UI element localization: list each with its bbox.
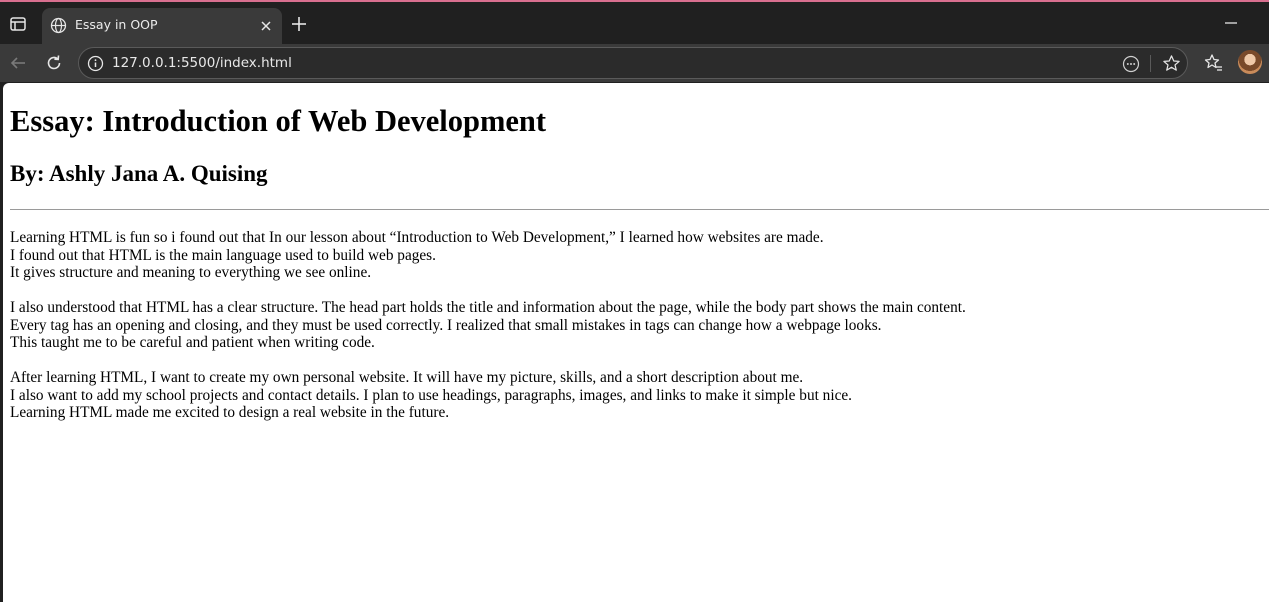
close-icon[interactable] [258,18,274,34]
minimize-button[interactable] [1222,14,1240,32]
paragraph-line: This taught me to be careful and patient… [10,334,375,352]
paragraph-line: After learning HTML, I want to create my… [10,369,804,386]
page-author: By: Ashly Jana A. Quising [10,161,268,186]
address-divider [1150,55,1151,72]
page-title: Essay: Introduction of Web Development [10,104,547,138]
plus-icon [292,17,306,31]
new-tab-button[interactable] [289,14,309,34]
info-icon[interactable] [87,55,104,72]
paragraph-2: I also understood that HTML has a clear … [10,299,966,352]
reload-icon[interactable] [44,53,64,73]
url-text[interactable]: 127.0.0.1:5500/index.html [112,55,292,71]
paragraph-1: Learning HTML is fun so i found out that… [10,229,824,282]
sidebar-icon[interactable] [8,14,28,34]
horizontal-rule [10,209,1269,210]
paragraph-line: I also want to add my school projects an… [10,386,852,404]
avatar[interactable] [1238,50,1262,74]
paragraph-line: It gives structure and meaning to everyt… [10,264,372,282]
tab-essay[interactable]: Essay in OOP [42,8,282,44]
favorites-icon[interactable] [1204,53,1224,73]
paragraph-line: I also understood that HTML has a clear … [10,299,966,316]
paragraph-3: After learning HTML, I want to create my… [10,369,852,422]
minimize-icon [1225,22,1237,24]
paragraph-line: I found out that HTML is the main langua… [10,246,436,264]
more-icon[interactable] [1122,55,1140,73]
paragraph-line: Every tag has an opening and closing, an… [10,316,882,334]
address-bar[interactable]: 127.0.0.1:5500/index.html [78,47,1188,79]
browser-toolbar: 127.0.0.1:5500/index.html [0,44,1269,82]
paragraph-line: Learning HTML is fun so i found out that… [10,229,824,246]
globe-icon [50,17,67,34]
back-arrow-icon[interactable] [8,53,28,73]
paragraph-line: Learning HTML made me excited to design … [10,404,450,422]
page-viewport: Essay: Introduction of Web Development B… [3,83,1269,602]
tab-title: Essay in OOP [75,17,158,32]
star-icon[interactable] [1162,54,1181,73]
tab-bar: Essay in OOP [0,2,1269,44]
